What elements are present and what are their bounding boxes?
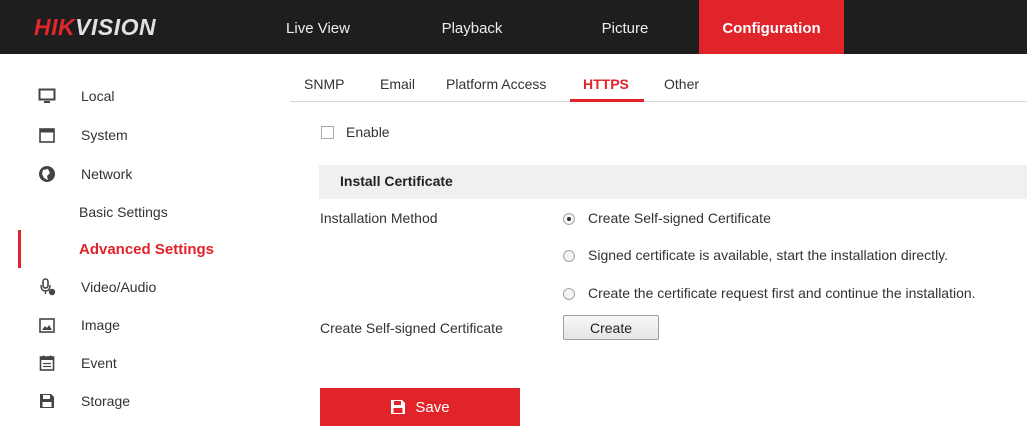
sidebar-item-local[interactable]: Local bbox=[0, 77, 269, 115]
sidebar-item-advanced-settings[interactable]: Advanced Settings bbox=[0, 230, 269, 268]
sidebar-item-event[interactable]: Event bbox=[0, 344, 269, 382]
tab-other[interactable]: Other bbox=[664, 76, 699, 92]
sidebar-item-label: Basic Settings bbox=[79, 204, 168, 220]
save-button-label: Save bbox=[415, 398, 450, 416]
enable-checkbox[interactable] bbox=[321, 126, 334, 139]
sidebar-item-video-audio[interactable]: Video/Audio bbox=[0, 268, 269, 306]
floppy-disk-icon bbox=[390, 399, 406, 415]
tab-email[interactable]: Email bbox=[380, 76, 415, 92]
nav-picture[interactable]: Picture bbox=[580, 0, 670, 54]
tab-https[interactable]: HTTPS bbox=[583, 76, 629, 92]
installation-method-label: Installation Method bbox=[320, 210, 438, 226]
radio-label-create-certificate-request: Create the certificate request first and… bbox=[588, 285, 976, 301]
nav-playback[interactable]: Playback bbox=[432, 0, 512, 54]
nav-live-view[interactable]: Live View bbox=[283, 0, 353, 54]
globe-icon bbox=[38, 165, 56, 183]
active-tab-underline bbox=[570, 99, 644, 102]
hikvision-logo: HIKVISION bbox=[34, 14, 157, 40]
top-bar: HIKVISION Live View Playback Picture Con… bbox=[0, 0, 1027, 54]
tab-snmp[interactable]: SNMP bbox=[304, 76, 344, 92]
create-button[interactable]: Create bbox=[563, 315, 659, 340]
sidebar-item-label: Storage bbox=[81, 393, 131, 409]
sidebar-item-label: Local bbox=[81, 88, 115, 104]
nav-configuration[interactable]: Configuration bbox=[699, 0, 844, 54]
enable-label: Enable bbox=[346, 124, 390, 140]
monitor-icon bbox=[38, 87, 56, 105]
sidebar-item-system[interactable]: System bbox=[0, 116, 269, 154]
sidebar-item-image[interactable]: Image bbox=[0, 306, 269, 344]
image-icon bbox=[38, 316, 56, 334]
sidebar-item-label: Advanced Settings bbox=[79, 240, 215, 258]
radio-label-create-self-signed: Create Self-signed Certificate bbox=[588, 210, 771, 226]
microphone-icon bbox=[38, 278, 56, 296]
section-title: Install Certificate bbox=[340, 173, 453, 189]
floppy-disk-icon bbox=[38, 392, 56, 410]
radio-create-certificate-request[interactable] bbox=[563, 288, 575, 300]
radio-label-signed-certificate-available: Signed certificate is available, start t… bbox=[588, 247, 949, 263]
calendar-icon bbox=[38, 354, 56, 372]
tab-bar: SNMP Email Platform Access HTTPS Other bbox=[290, 70, 1027, 102]
sidebar-item-label: Video/Audio bbox=[81, 279, 157, 295]
sidebar-item-label: System bbox=[81, 127, 128, 143]
radio-signed-certificate-available[interactable] bbox=[563, 250, 575, 262]
sidebar-item-storage[interactable]: Storage bbox=[0, 382, 269, 420]
create-self-signed-label: Create Self-signed Certificate bbox=[320, 320, 503, 336]
radio-create-self-signed[interactable] bbox=[563, 213, 575, 225]
active-indicator bbox=[18, 230, 21, 268]
sidebar: Local System Network Basic Settings Adva… bbox=[0, 54, 269, 429]
save-button[interactable]: Save bbox=[320, 388, 520, 426]
sidebar-item-label: Image bbox=[81, 317, 120, 333]
window-icon bbox=[38, 126, 56, 144]
sidebar-item-network[interactable]: Network bbox=[0, 155, 269, 193]
sidebar-item-label: Event bbox=[81, 355, 117, 371]
sidebar-item-label: Network bbox=[81, 166, 133, 182]
sidebar-item-basic-settings[interactable]: Basic Settings bbox=[0, 193, 269, 231]
tab-platform-access[interactable]: Platform Access bbox=[446, 76, 546, 92]
